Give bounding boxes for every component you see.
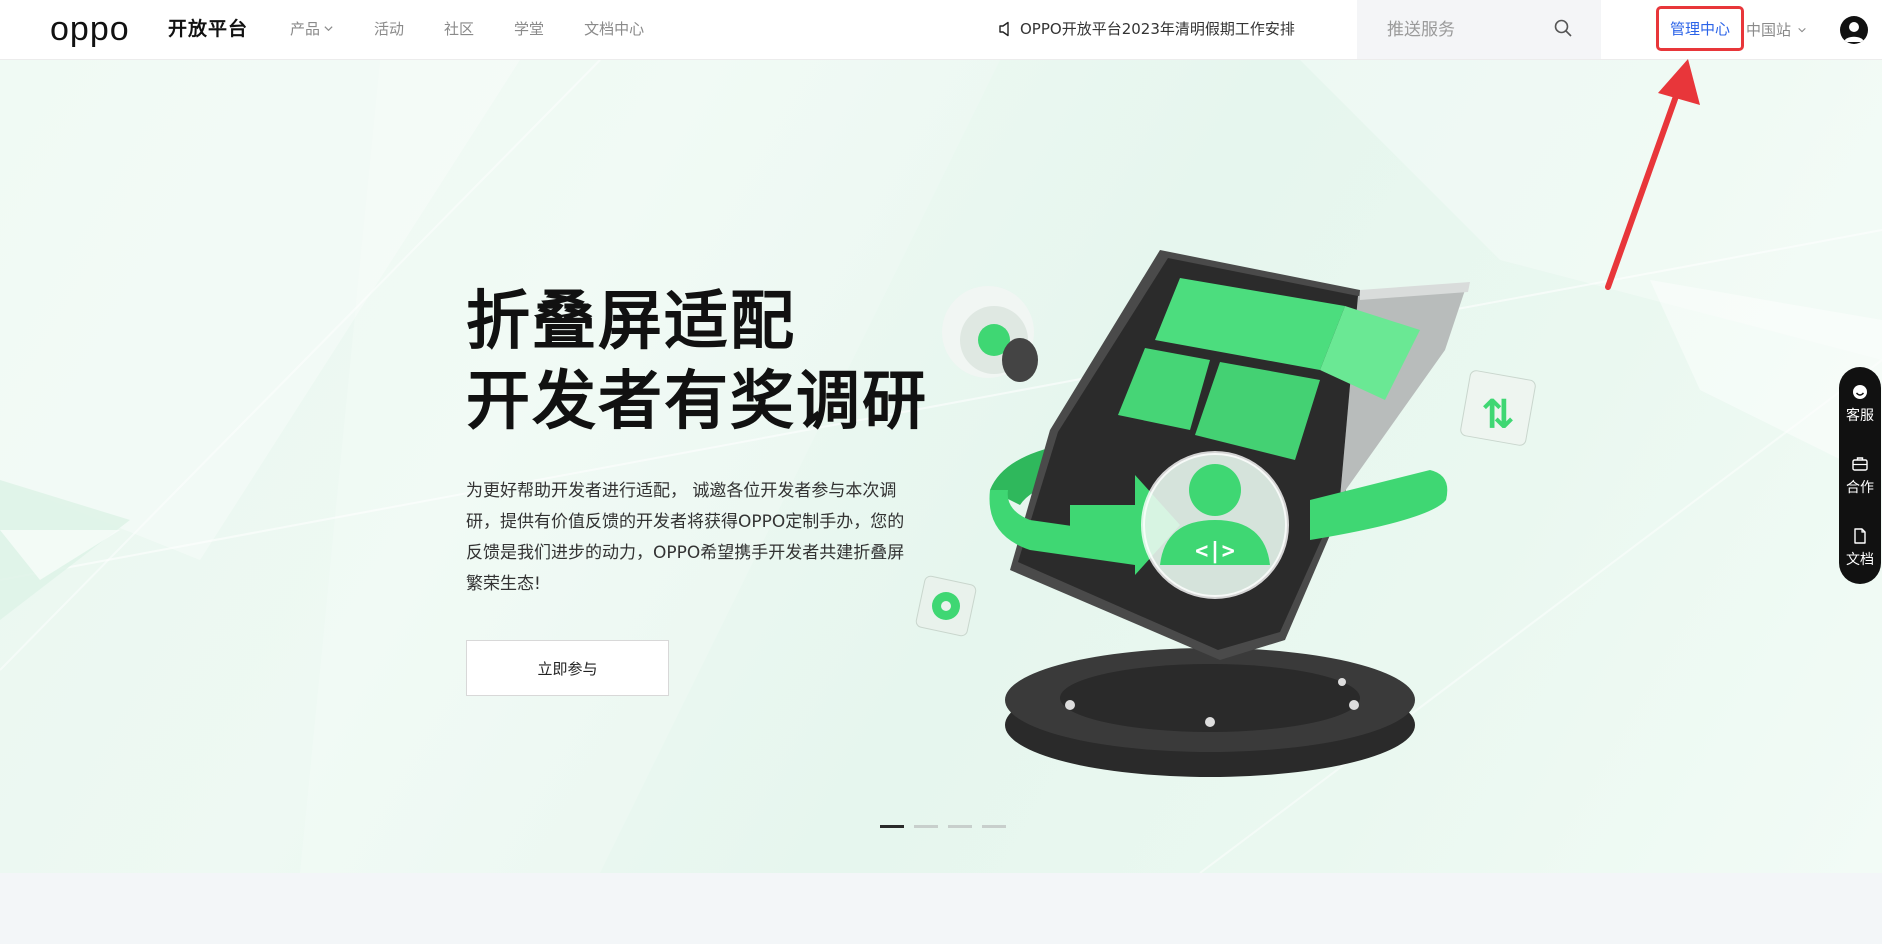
documents-label: 文档 <box>1846 552 1874 568</box>
banner-title: 折叠屏适配 开发者有奖调研 <box>466 282 928 442</box>
announcement-text: OPPO开放平台2023年清明假期工作安排 <box>1020 20 1295 38</box>
carousel-indicators <box>880 825 1016 828</box>
document-icon <box>1854 528 1866 544</box>
nav-item-academy[interactable]: 学堂 <box>514 18 544 39</box>
management-center-label: 管理中心 <box>1669 20 1730 38</box>
carousel-dot[interactable] <box>948 825 972 828</box>
nav-item-label: 社区 <box>444 20 475 38</box>
nav-item-label: 学堂 <box>514 20 545 38</box>
person-icon <box>1844 22 1864 42</box>
banner-title-line-1: 折叠屏适配 <box>466 285 796 359</box>
nav-item-products[interactable]: 产品 <box>290 18 334 39</box>
documents-button[interactable]: 文档 <box>1839 527 1881 599</box>
content-area <box>0 873 1882 944</box>
floating-toolbar: 客服 合作 文档 <box>1839 367 1881 584</box>
search-input[interactable] <box>1387 19 1547 40</box>
join-now-button[interactable]: 立即参与 <box>466 640 669 696</box>
platform-name[interactable]: 开放平台 <box>168 14 248 41</box>
oppo-logo[interactable]: oppo <box>50 10 130 48</box>
briefcase-icon <box>1852 457 1868 471</box>
nav-item-label: 活动 <box>374 20 405 38</box>
carousel-dot[interactable] <box>880 825 904 828</box>
banner-title-line-2: 开发者有奖调研 <box>466 365 928 439</box>
nav-item-label: 文档中心 <box>584 20 645 38</box>
svg-text:⇅: ⇅ <box>1481 392 1515 438</box>
foldable-phone-illustration: <|> ⇅ <box>915 250 1536 777</box>
speaker-icon <box>999 21 1009 36</box>
cooperation-button[interactable]: 合作 <box>1839 455 1881 527</box>
svg-text:<|>: <|> <box>1195 539 1235 564</box>
region-label: 中国站 <box>1746 21 1792 39</box>
red-arrow-annotation <box>1605 59 1700 290</box>
banner-description: 为更好帮助开发者进行适配， 诚邀各位开发者参与本次调研，提供有价值反馈的开发者将… <box>466 481 905 594</box>
announcement-link[interactable]: OPPO开放平台2023年清明假期工作安排 <box>998 18 1295 39</box>
nav-item-docs[interactable]: 文档中心 <box>584 18 644 39</box>
region-selector[interactable]: 中国站 <box>1746 19 1807 40</box>
carousel-dot[interactable] <box>914 825 938 828</box>
nav-item-community[interactable]: 社区 <box>444 18 474 39</box>
cooperation-label: 合作 <box>1846 480 1874 496</box>
carousel-dot[interactable] <box>982 825 1006 828</box>
nav-item-activities[interactable]: 活动 <box>374 18 404 39</box>
search-icon[interactable] <box>1553 18 1573 38</box>
user-avatar-icon[interactable] <box>1840 16 1868 44</box>
chevron-down-icon <box>324 26 333 32</box>
chevron-down-icon <box>1798 27 1806 32</box>
customer-service-button[interactable]: 客服 <box>1839 383 1881 455</box>
search-box <box>1357 0 1601 59</box>
nav-item-label: 产品 <box>290 20 321 38</box>
logo-wordmark: oppo <box>50 10 130 48</box>
management-center-link[interactable]: 管理中心 <box>1656 6 1744 51</box>
customer-service-icon <box>1853 385 1867 399</box>
main-nav: 产品 活动 社区 学堂 文档中心 <box>290 18 684 39</box>
customer-service-label: 客服 <box>1846 408 1874 424</box>
top-nav-bar: oppo 开放平台 产品 活动 社区 学堂 文档中心 OPPO开放平台2023年… <box>0 0 1882 60</box>
